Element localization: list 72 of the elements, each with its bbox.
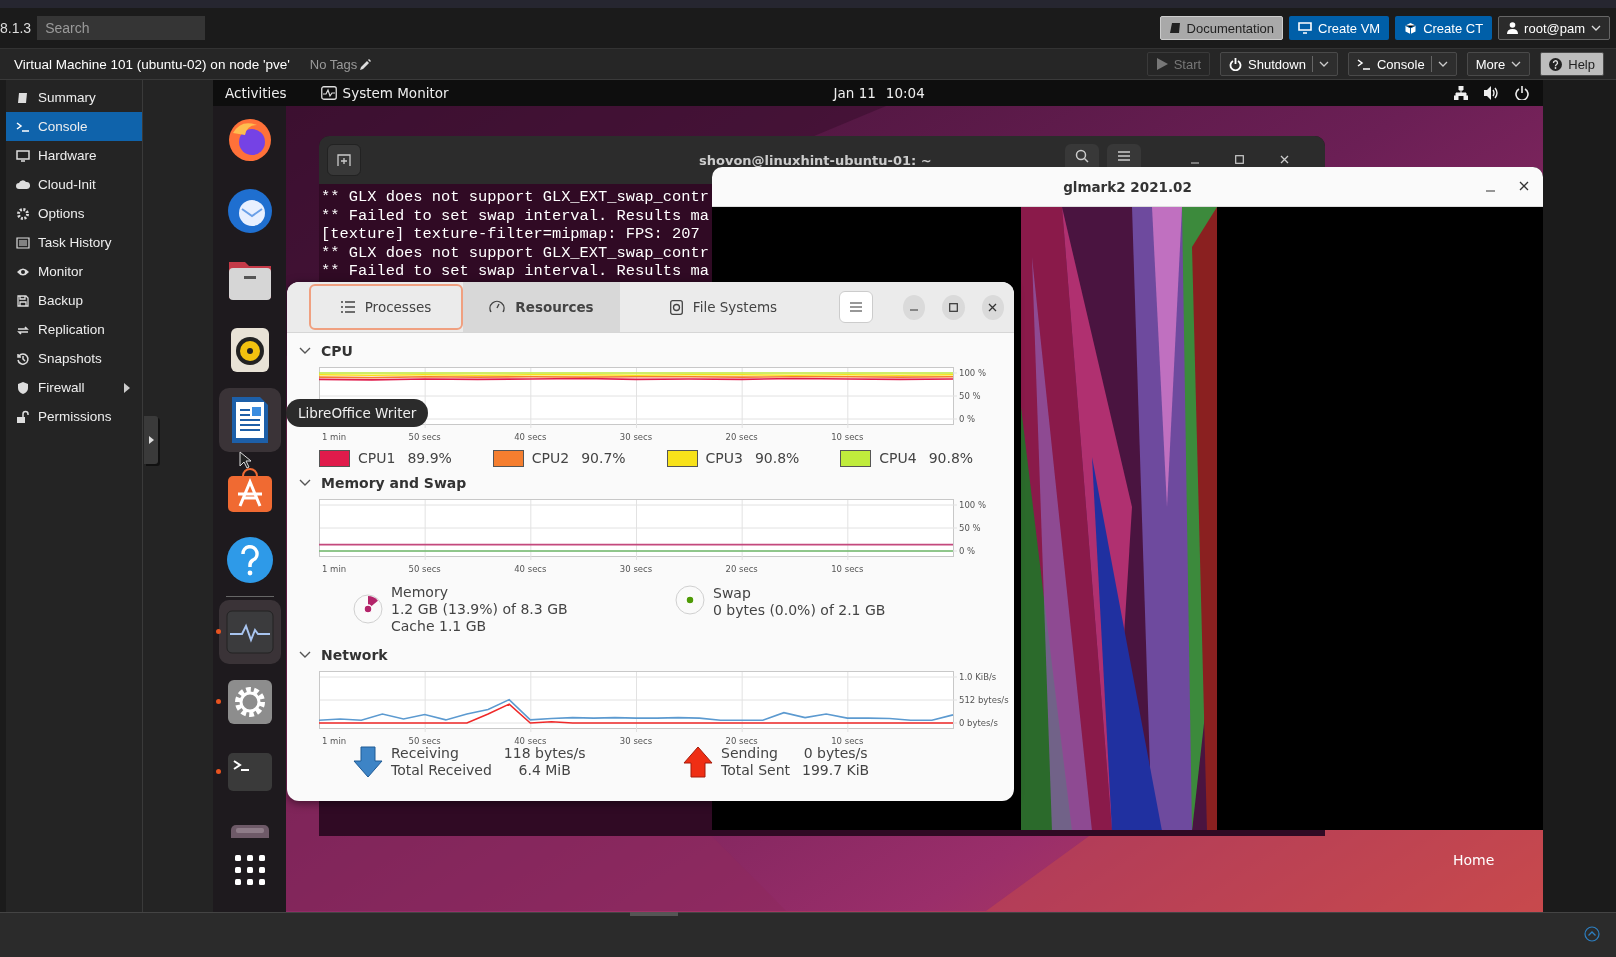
nav-item[interactable]: Firewall [6, 373, 142, 402]
settings-icon[interactable] [226, 679, 273, 725]
nav-item[interactable]: Hardware [6, 141, 142, 170]
caret-icon [1318, 61, 1329, 67]
nav-item[interactable]: Permissions [6, 402, 142, 431]
mouse-pointer-icon [239, 451, 251, 469]
book-icon [1168, 22, 1181, 34]
pulse-monitor-icon [320, 86, 337, 100]
toolbar-button[interactable]: Shutdown [1220, 52, 1338, 76]
collapse-handle[interactable] [144, 416, 158, 464]
app-grid-icon [233, 854, 266, 886]
header-button[interactable]: Create VM [1289, 16, 1390, 40]
prompt-icon [16, 119, 30, 134]
nav-item[interactable]: Task History [6, 228, 142, 257]
version-label: 8.1.3 [0, 20, 32, 36]
tags-button[interactable]: No Tags [309, 56, 372, 72]
network-icon[interactable] [1454, 86, 1468, 100]
caret-icon [1511, 61, 1522, 67]
browser-icon[interactable] [226, 117, 273, 163]
header-button[interactable]: root@pam [1498, 16, 1610, 40]
panel-handle[interactable] [630, 912, 678, 916]
list-icon [16, 235, 30, 250]
pencil-icon [360, 58, 372, 70]
nav-item[interactable]: Snapshots [6, 344, 142, 373]
toolbar-button[interactable]: Console [1347, 52, 1457, 76]
toolbar-button[interactable]: Help [1540, 52, 1604, 76]
speaker-icon[interactable] [229, 327, 270, 373]
clock[interactable]: Jan 11 10:04 [833, 85, 925, 101]
history-icon [16, 351, 30, 366]
pulse-monitor-icon[interactable] [225, 610, 274, 654]
header-button[interactable]: Create CT [1395, 16, 1493, 40]
padlock-icon [16, 409, 30, 424]
search-field[interactable]: Search [37, 16, 206, 40]
dock-item[interactable] [218, 600, 281, 664]
user-icon [1507, 22, 1519, 34]
caret-icon [1591, 25, 1601, 31]
drive-icon[interactable] [229, 824, 270, 838]
expand-arrow-icon [148, 436, 154, 444]
shield-icon [16, 380, 30, 395]
chevron-up-icon[interactable] [1584, 926, 1600, 942]
nav-item[interactable]: Replication [6, 315, 142, 344]
power-icon[interactable] [1515, 86, 1529, 100]
header-button[interactable]: Documentation [1159, 16, 1283, 40]
nav-item[interactable]: Options [6, 199, 142, 228]
app-menu[interactable]: System Monitor [320, 85, 449, 101]
toolbar-button[interactable]: More [1466, 52, 1531, 76]
monitor-icon [16, 148, 30, 163]
volume-icon[interactable] [1484, 86, 1499, 100]
cloud-icon [16, 177, 30, 192]
nav-item[interactable]: Backup [6, 286, 142, 315]
nav-item[interactable]: Monitor [6, 257, 142, 286]
help-icon[interactable] [225, 536, 274, 584]
nav-item[interactable]: Cloud-Init [6, 170, 142, 199]
shopping-bag-icon[interactable] [225, 466, 274, 514]
book-icon [16, 90, 30, 105]
nav-item[interactable]: Console [6, 112, 142, 141]
nav-item[interactable]: Summary [6, 83, 142, 112]
vm-title: Virtual Machine 101 (ubuntu-02) on node 'pve' [14, 56, 290, 72]
power-icon [1229, 57, 1243, 71]
floppy-icon [16, 293, 30, 308]
help-icon [1549, 57, 1563, 71]
cube-icon [1404, 21, 1418, 35]
gear-icon [16, 206, 30, 221]
activities-button[interactable]: Activities [225, 85, 287, 101]
prompt-icon [1356, 58, 1371, 70]
submenu-arrow-icon [124, 382, 130, 393]
play-icon [1155, 58, 1168, 70]
dock-item[interactable] [218, 388, 281, 452]
monitor-icon [1298, 22, 1312, 34]
caret-icon [1437, 61, 1448, 67]
terminal-icon[interactable] [226, 752, 273, 792]
document-icon[interactable] [230, 396, 269, 444]
